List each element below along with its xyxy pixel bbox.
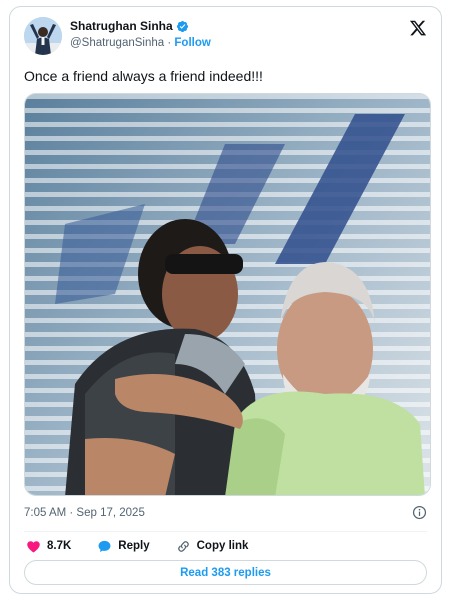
author-name[interactable]: Shatrughan Sinha [70, 19, 173, 33]
photo-illustration [25, 94, 430, 495]
x-logo-icon[interactable] [409, 19, 427, 37]
handle-separator: · [164, 37, 175, 49]
tweet-photo[interactable] [24, 93, 431, 496]
tweet-text: Once a friend always a friend indeed!!! [24, 68, 263, 84]
copy-link-button[interactable]: Copy link [176, 539, 249, 554]
tweet-card: Shatrughan Sinha @ShatruganSinha · Follo… [9, 6, 442, 594]
copy-link-label: Copy link [196, 540, 249, 552]
likes-count: 8.7K [47, 540, 72, 552]
info-icon[interactable] [412, 505, 427, 520]
verified-badge-icon [176, 20, 188, 32]
author-handle[interactable]: @ShatruganSinha [70, 37, 164, 49]
divider [24, 531, 427, 532]
avatar[interactable] [24, 17, 62, 55]
read-replies-button[interactable]: Read 383 replies [24, 560, 427, 585]
author-handle-row: @ShatruganSinha · Follow [70, 37, 211, 49]
follow-button[interactable]: Follow [174, 37, 210, 49]
tweet-header: Shatrughan Sinha @ShatruganSinha · Follo… [24, 15, 427, 59]
tweet-actions: 8.7K Reply Copy link [26, 536, 274, 556]
heart-icon [27, 540, 40, 552]
author-name-row: Shatrughan Sinha [70, 19, 189, 33]
reply-button[interactable]: Reply [97, 539, 150, 554]
reply-label: Reply [118, 540, 150, 552]
link-icon [177, 540, 189, 552]
tweet-timestamp[interactable]: 7:05 AM · Sep 17, 2025 [24, 507, 145, 519]
like-button[interactable]: 8.7K [26, 539, 71, 554]
speech-bubble-icon [98, 540, 111, 552]
